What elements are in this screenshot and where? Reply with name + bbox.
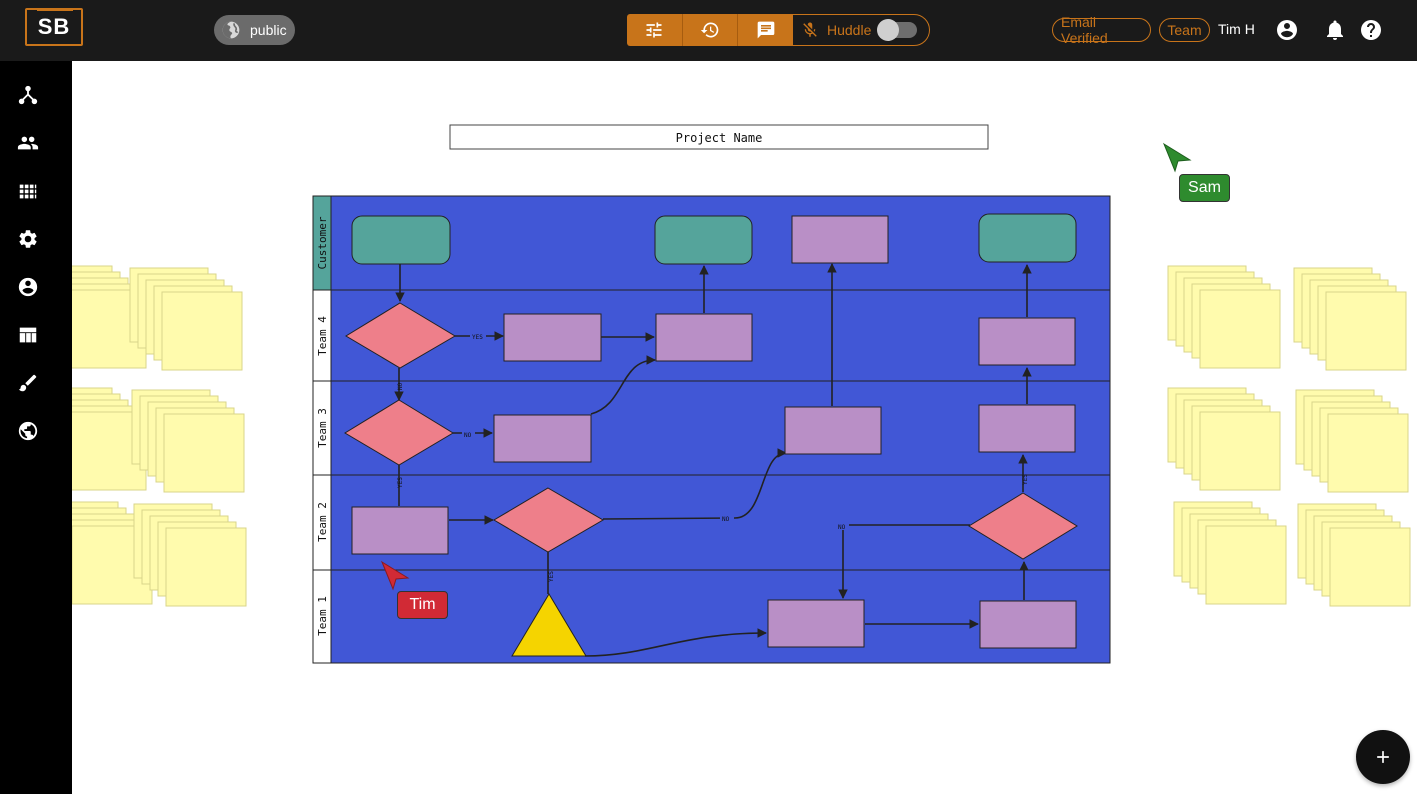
top-bar: SB public Huddle Email Verified Team Tim… bbox=[0, 0, 1417, 61]
plus-icon bbox=[1377, 751, 1389, 763]
people-icon[interactable] bbox=[17, 132, 39, 154]
account-circle-icon[interactable] bbox=[17, 276, 39, 298]
gear-icon[interactable] bbox=[17, 228, 39, 250]
history-button[interactable] bbox=[683, 14, 739, 46]
lane-label-customer: Customer bbox=[316, 216, 329, 269]
sticky-note-stack[interactable] bbox=[1293, 267, 1407, 371]
project-name: Project Name bbox=[676, 131, 763, 145]
process-box[interactable] bbox=[351, 506, 449, 555]
sticky-note-stack[interactable] bbox=[131, 389, 245, 493]
process-box[interactable] bbox=[784, 406, 882, 455]
hierarchy-icon[interactable] bbox=[17, 84, 39, 106]
huddle-toggle[interactable] bbox=[877, 19, 917, 41]
app-logo[interactable]: SB bbox=[25, 8, 83, 46]
team-badge-label: Team bbox=[1167, 22, 1202, 38]
sticky-note-stack[interactable] bbox=[1295, 389, 1409, 493]
sticky-notes-right[interactable] bbox=[1167, 265, 1411, 607]
visibility-chip[interactable]: public bbox=[214, 15, 295, 45]
process-box[interactable] bbox=[979, 600, 1077, 649]
edge-label-yes: YES bbox=[472, 334, 483, 341]
sticky-note-stack[interactable] bbox=[1173, 501, 1287, 605]
apps-grid-icon[interactable] bbox=[17, 180, 39, 202]
edge-label-no: NO bbox=[397, 382, 404, 390]
cursor-pointer-icon bbox=[1162, 142, 1192, 173]
cursor-label-sam: Sam bbox=[1179, 174, 1230, 202]
whiteboard-canvas[interactable]: Project Name Customer Team 4 Team 3 Team… bbox=[72, 61, 1417, 794]
sticky-note-stack[interactable] bbox=[1297, 503, 1411, 607]
edge-label-yes: YES bbox=[1022, 474, 1029, 485]
cursor-label-tim: Tim bbox=[397, 591, 448, 619]
process-box[interactable] bbox=[493, 414, 592, 463]
sticky-note-stack[interactable] bbox=[1167, 265, 1281, 369]
user-name: Tim H bbox=[1218, 21, 1255, 37]
process-box[interactable] bbox=[791, 215, 889, 264]
globe-icon[interactable] bbox=[17, 420, 39, 442]
table-layout-icon[interactable] bbox=[17, 324, 39, 346]
terminal-shape[interactable] bbox=[351, 215, 451, 265]
lane-label-team3: Team 3 bbox=[316, 408, 329, 448]
chat-button[interactable] bbox=[738, 14, 793, 46]
lane-label-team4: Team 4 bbox=[316, 316, 329, 356]
edge-label-no: NO bbox=[838, 524, 846, 531]
toggle-knob bbox=[877, 19, 899, 41]
add-button[interactable] bbox=[1356, 730, 1410, 784]
sticky-note-stack[interactable] bbox=[1167, 387, 1281, 491]
canvas-svg: Project Name Customer Team 4 Team 3 Team… bbox=[72, 124, 1411, 664]
huddle-control: Huddle bbox=[792, 14, 930, 46]
bell-icon[interactable] bbox=[1323, 18, 1347, 42]
sidebar bbox=[0, 61, 72, 794]
globe-icon bbox=[222, 21, 240, 39]
edge-label-no: NO bbox=[722, 516, 730, 523]
visibility-label: public bbox=[250, 22, 287, 38]
sticky-note-stack[interactable] bbox=[129, 267, 243, 371]
help-icon[interactable] bbox=[1359, 18, 1383, 42]
process-box[interactable] bbox=[978, 317, 1076, 366]
email-badge-label: Email Verified bbox=[1061, 14, 1108, 46]
history-icon bbox=[700, 22, 719, 38]
sticky-notes-left[interactable] bbox=[72, 265, 247, 607]
tune-icon bbox=[646, 22, 662, 38]
edge-label-yes: YES bbox=[548, 571, 555, 582]
process-box[interactable] bbox=[655, 313, 753, 362]
team-badge[interactable]: Team bbox=[1159, 18, 1210, 42]
process-box[interactable] bbox=[767, 599, 865, 648]
mic-off-icon bbox=[803, 22, 817, 37]
email-verified-badge: Email Verified bbox=[1052, 14, 1151, 46]
board-toolbar bbox=[627, 14, 793, 46]
edge-label-yes: YES bbox=[397, 477, 404, 488]
account-circle-icon[interactable] bbox=[1275, 18, 1299, 42]
edge-label-no: NO bbox=[464, 432, 472, 439]
lane-label-team1: Team 1 bbox=[316, 596, 329, 636]
brush-icon[interactable] bbox=[17, 372, 39, 394]
process-box[interactable] bbox=[978, 404, 1076, 453]
lane-label-team2: Team 2 bbox=[316, 502, 329, 542]
huddle-label: Huddle bbox=[827, 22, 872, 38]
terminal-shape[interactable] bbox=[654, 215, 753, 265]
terminal-shape[interactable] bbox=[978, 213, 1077, 263]
logo-text: SB bbox=[37, 14, 71, 39]
chat-icon bbox=[757, 21, 775, 39]
settings-tune-button[interactable] bbox=[627, 14, 683, 46]
process-box[interactable] bbox=[503, 313, 602, 362]
